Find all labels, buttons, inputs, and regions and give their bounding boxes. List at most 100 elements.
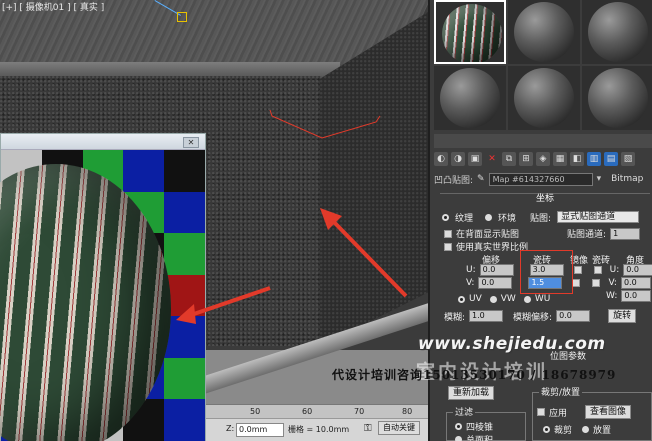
u-label: U: [466,265,476,275]
auto-key-button[interactable]: 自动关键 [378,421,420,435]
u-offset-spinner[interactable]: 0.0 [479,264,514,276]
v-offset-spinner[interactable]: 0.0 [478,277,513,289]
close-button[interactable]: ✕ [183,137,199,148]
real-world-label: 使用真实世界比例 [456,243,529,253]
slot-scrollbar[interactable] [434,134,652,148]
selection-bracket [269,109,381,139]
u-angle-spinner[interactable]: 0.0 [623,264,652,276]
material-slot[interactable] [434,66,506,130]
material-id-icon[interactable]: ◈ [536,152,550,166]
chevron-down-icon[interactable]: ▾ [597,174,602,184]
real-world-checkbox[interactable] [444,242,452,251]
timeline-tick: 80 [402,407,413,416]
show-on-back-checkbox[interactable] [444,229,452,238]
rotate-button[interactable]: 旋转 [608,309,637,323]
pyramid-label: 四棱锥 [466,423,494,433]
apply-row: 应用 查看图像 [537,405,632,419]
eyedropper-icon[interactable]: ✎ [477,174,485,184]
map-name-row: 凹凸贴图: ✎ Map #614327660 ▾ Bitmap [434,171,652,187]
put-to-scene-icon[interactable]: ◑ [451,152,465,166]
grid-readout: 栅格 = 10.0mm [288,425,350,434]
close-icon: ✕ [187,138,195,147]
vw-label: VW [500,294,516,304]
reload-button[interactable]: 重新加载 [448,386,495,400]
slot-sphere [514,68,574,128]
environ-radio-label: 环境 [498,213,517,224]
show-shaded-icon[interactable]: ▦ [553,152,567,166]
watermark-url: www.shejiedu.com [418,334,606,354]
crop-radio[interactable] [543,426,550,433]
w-angle-spinner[interactable]: 0.0 [621,290,652,302]
apply-label: 应用 [549,408,568,419]
material-slot[interactable] [508,66,580,130]
filter-title: 过滤 [453,405,476,418]
rollout-coordinates[interactable]: 坐标 [440,193,650,205]
z-coordinate-field[interactable]: 0.0mm [236,423,284,437]
timeline-tick: 70 [354,407,365,416]
material-toolbar: ◐ ◑ ▣ ✕ ⧉ ⊞ ◈ ▦ ◧ ▥ ▤ ▧ [434,150,652,168]
slot-sphere [442,4,502,62]
w-row: W: 0.0 [606,290,652,302]
slot-sphere [588,68,648,128]
annotation-arrow-box [320,208,408,298]
assign-material-icon[interactable]: ▣ [468,152,482,166]
u-tile-checkbox[interactable] [593,266,602,274]
material-slots [434,0,652,130]
summed-radio[interactable] [455,436,462,441]
crop-place-title: 裁剪/放置 [539,385,583,398]
map-name-label: 凹凸贴图: [434,175,474,186]
viewport-label[interactable]: [+] [ 摄像机01 ] [ 真实 ] [2,0,104,13]
pyramid-radio[interactable] [455,423,462,430]
select-by-material-icon[interactable]: ▧ [621,152,635,166]
blur-offset-spinner[interactable]: 0.0 [556,310,591,322]
gizmo-icon[interactable] [177,12,187,22]
slot-sphere [440,68,500,128]
view-image-button[interactable]: 查看图像 [585,405,632,419]
map-name-field[interactable]: Map #614327660 [488,172,593,186]
uv-label: UV [469,294,482,304]
uv-radio[interactable] [458,295,465,303]
material-slot[interactable] [508,0,580,64]
go-to-parent-icon[interactable]: ▥ [587,152,601,166]
crop-place-row: 裁剪 放置 [543,423,611,436]
get-material-icon[interactable]: ◐ [434,152,448,166]
filter-summed-row: 总面积 [455,433,493,441]
timeline[interactable]: 50 60 70 80 [206,404,428,418]
show-on-back-row: 在背面显示贴图 贴图通道: 1 [444,227,641,240]
blur-spinner[interactable]: 1.0 [469,310,504,322]
blur-row: 模糊: 1.0 模糊偏移: 0.0 旋转 [444,309,637,323]
environ-radio[interactable] [485,213,493,221]
vw-radio[interactable] [489,295,497,303]
show-end-result-icon[interactable]: ◧ [570,152,584,166]
show-on-back-label: 在背面显示贴图 [456,230,520,240]
material-slot[interactable] [582,66,652,130]
apply-checkbox[interactable] [537,408,545,416]
go-forward-icon[interactable]: ▤ [604,152,618,166]
crop-place-group: 裁剪/放置 应用 查看图像 裁剪 放置 [532,385,652,441]
v-mirror-checkbox[interactable] [572,279,581,287]
filter-pyramid-row: 四棱锥 [455,420,493,433]
copy-material-icon[interactable]: ⧉ [502,152,516,166]
crop-label: 裁剪 [554,426,573,436]
u-mirror-checkbox[interactable] [573,266,582,274]
preview-titlebar[interactable] [1,134,205,150]
place-radio[interactable] [582,426,590,433]
map-channel-spinner[interactable]: 1 [610,227,641,240]
v-angle-spinner[interactable]: 0.0 [620,277,651,289]
mapping-label: 贴图: [530,213,552,224]
make-unique-icon[interactable]: ⊞ [519,152,533,166]
texture-radio[interactable] [442,213,449,221]
reset-map-icon[interactable]: ✕ [485,152,499,166]
blur-label: 模糊: [444,312,466,323]
v-tile-checkbox[interactable] [592,279,601,287]
key-icon[interactable]: ⚿ [364,423,372,434]
wu-radio[interactable] [523,295,531,303]
mapping-dropdown[interactable]: 显式贴图通道 [557,211,640,223]
material-slot[interactable] [582,0,652,64]
box-top-edge [0,62,340,76]
map-type-button[interactable]: Bitmap [611,174,643,184]
material-slot-active[interactable] [434,0,506,64]
u-angle-label: U: [609,265,620,275]
z-label: Z: [226,424,235,433]
screen: [+] [ 摄像机01 ] [ 真实 ] ✕ 50 60 70 80 Z: 0.… [0,0,652,441]
